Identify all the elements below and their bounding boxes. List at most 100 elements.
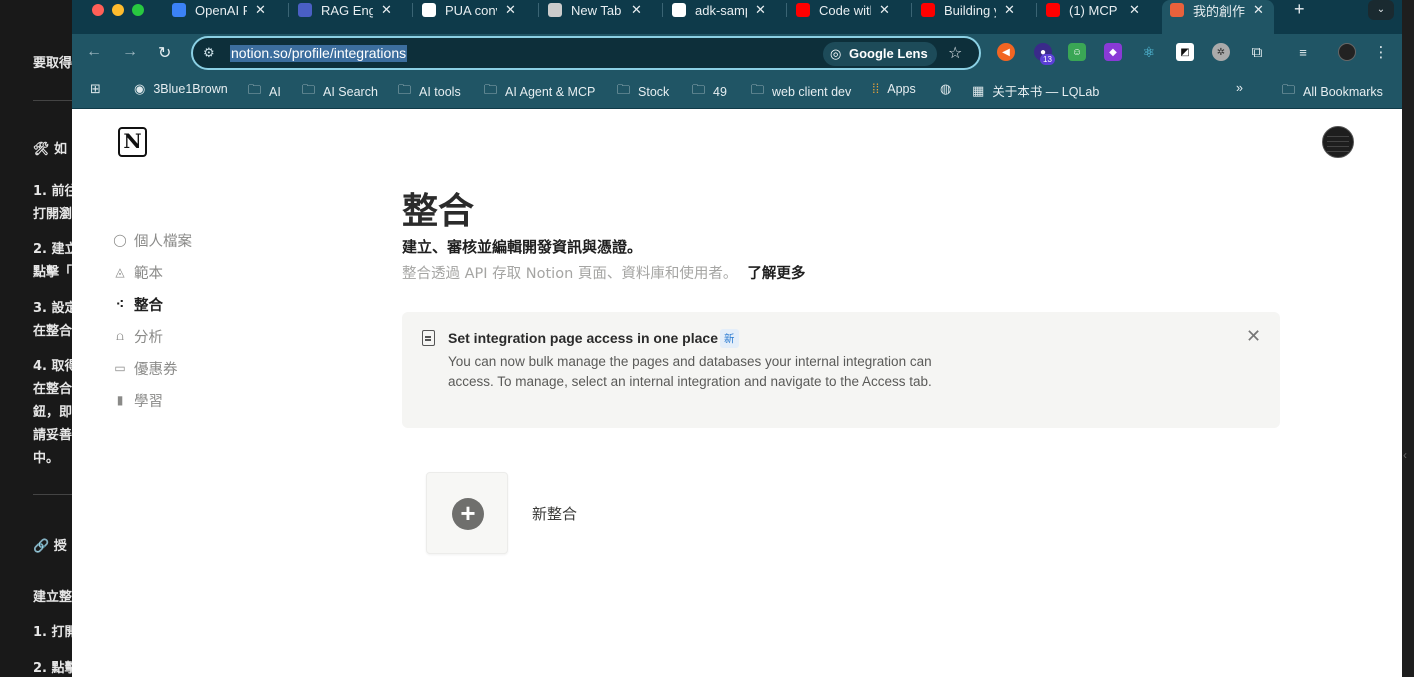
site-info-icon[interactable]: ⚙ <box>203 45 215 61</box>
browser-tab[interactable]: RAG Engi ✕ <box>298 0 392 20</box>
new-tab-button[interactable]: + <box>1294 0 1305 20</box>
bookmark-label: web client dev <box>772 85 852 99</box>
address-bar[interactable]: ⚙ notion.so/profile/integrations ◎ Google… <box>191 36 981 70</box>
back-button[interactable]: ← <box>86 43 102 61</box>
tab-label: 我的創作 <box>1193 3 1245 19</box>
tab-close-icon[interactable]: ✕ <box>755 2 766 18</box>
bookmark-item[interactable]: ▦ 关于本书 — LQLab <box>972 81 1099 100</box>
info-banner: Set integration page access in one place… <box>402 312 1280 428</box>
user-avatar[interactable] <box>1322 126 1354 158</box>
minimize-window-button[interactable] <box>112 4 124 16</box>
bookmark-item[interactable]: 🗀 AI <box>248 81 281 103</box>
tab-close-icon[interactable]: ✕ <box>879 2 890 18</box>
bookmark-item[interactable]: ◉ 3Blue1Brown <box>134 81 228 97</box>
extension-shield-icon[interactable]: ◆ <box>1104 43 1122 61</box>
close-icon[interactable]: ✕ <box>1246 326 1261 347</box>
learn-icon: ▮ <box>116 393 124 407</box>
plus-icon: + <box>452 498 484 530</box>
apps-grid-icon: ⁞⁞ <box>872 81 880 96</box>
sidebar-item-profile[interactable]: ◯ 個人檔案 <box>112 224 312 256</box>
extension-badge: 13 <box>1040 54 1055 65</box>
bookmarks-overflow-button[interactable]: » <box>1236 81 1243 95</box>
forward-button[interactable]: → <box>122 43 138 61</box>
tab-separator <box>538 3 539 17</box>
new-integration-label[interactable]: 新整合 <box>532 503 577 524</box>
banner-title: Set integration page access in one place <box>448 330 718 346</box>
sidebar-item-analytics[interactable]: ⩍ 分析 <box>112 320 312 352</box>
bookmark-item[interactable]: 🗀 Stock <box>617 81 669 103</box>
close-window-button[interactable] <box>92 4 104 16</box>
tab-close-icon[interactable]: ✕ <box>1129 2 1140 18</box>
bookmark-label: Stock <box>638 85 670 99</box>
url-text[interactable]: notion.so/profile/integrations <box>230 45 408 62</box>
profile-avatar-icon[interactable] <box>1338 43 1356 61</box>
all-bookmarks-button[interactable]: 🗀 All Bookmarks <box>1282 81 1383 103</box>
browser-tab[interactable]: OpenAI P ✕ <box>172 0 266 20</box>
tab-close-icon[interactable]: ✕ <box>381 2 392 18</box>
bookmark-item[interactable]: 🗀 AI Search <box>302 81 378 103</box>
folder-icon: 🗀 <box>484 82 498 97</box>
browser-tab[interactable]: PUA conv ✕ <box>422 0 516 20</box>
background-text-line: 1. 打開 <box>33 625 72 640</box>
sidebar-item-learn[interactable]: ▮ 學習 <box>112 384 312 416</box>
lens-icon: ◎ <box>830 46 842 61</box>
learn-more-link[interactable]: 了解更多 <box>747 266 805 282</box>
browser-window: OpenAI P✕RAG Engi✕PUA conv✕New Tab✕adk-s… <box>72 0 1402 677</box>
react-devtools-icon[interactable]: ⚛ <box>1140 43 1158 61</box>
browser-tab[interactable]: (1) MCP ✕ <box>1046 0 1140 20</box>
background-text-line: 打開瀏 <box>33 207 72 222</box>
reading-list-icon[interactable]: ≡ <box>1294 43 1312 61</box>
apps-launcher-icon[interactable]: ⊞ <box>90 81 109 97</box>
browser-tab[interactable]: New Tab ✕ <box>548 0 642 20</box>
extension-robot-icon[interactable]: ☺ <box>1068 43 1086 61</box>
templates-icon: ◬ <box>115 265 125 279</box>
bookmarks-bar: ⊞ ◉ 3Blue1Brown 🗀 AI 🗀 AI Search 🗀 AI tools 🗀 AI … <box>72 72 1402 109</box>
tab-active[interactable]: 我的創作 ✕ <box>1170 0 1264 20</box>
bookmark-item[interactable]: ◍ <box>940 81 959 97</box>
bookmark-label: AI tools <box>419 85 461 99</box>
sidebar-item-integrations[interactable]: ⁖ 整合 <box>112 288 312 320</box>
all-bookmarks-label: All Bookmarks <box>1303 85 1383 99</box>
bookmark-item[interactable]: 🗀 AI Agent & MCP <box>484 81 595 103</box>
description-text: 整合透過 API 存取 Notion 頁面、資料庫和使用者。 <box>402 266 738 282</box>
page-subtitle: 建立、審核並編輯開發資訊與憑證。 <box>402 238 643 256</box>
sidebar-item-templates[interactable]: ◬ 範本 <box>112 256 312 288</box>
chevron-left-icon: ‹ <box>1403 448 1407 462</box>
bookmark-item[interactable]: 🗀 AI tools <box>398 81 461 103</box>
new-integration-button[interactable]: + <box>426 472 508 554</box>
browser-menu-icon[interactable]: ⋮ <box>1372 43 1390 61</box>
background-window-edge: ‹ <box>1402 0 1414 677</box>
bookmark-item[interactable]: 🗀 web client dev <box>751 81 851 103</box>
banner-body: You can now bulk manage the pages and da… <box>448 354 932 389</box>
extension-orange-icon[interactable]: ◀ <box>997 43 1015 61</box>
extensions-puzzle-icon[interactable]: ⧉ <box>1248 43 1266 61</box>
extension-square-icon[interactable]: ◩ <box>1176 43 1194 61</box>
tab-label: Building y <box>944 2 996 18</box>
extension-gray-icon[interactable]: ✲ <box>1212 43 1230 61</box>
google-lens-button[interactable]: ◎ Google Lens <box>823 42 937 66</box>
bookmark-label: 关于本书 — LQLab <box>992 85 1100 99</box>
tab-close-icon[interactable]: ✕ <box>1004 2 1015 18</box>
tab-search-button[interactable]: ⌄ <box>1368 0 1394 20</box>
folder-icon: 🗀 <box>692 82 706 97</box>
sidebar-item-coupon[interactable]: ▭ 優惠券 <box>112 352 312 384</box>
tab-label: New Tab <box>571 2 622 18</box>
tab-label: PUA conv <box>445 2 497 18</box>
bookmark-item[interactable]: 🗀 49 <box>692 81 727 103</box>
bookmark-item[interactable]: ⁞⁞ Apps <box>872 81 916 96</box>
tab-close-icon[interactable]: ✕ <box>631 2 642 18</box>
browser-tab[interactable]: adk-samp ✕ <box>672 0 766 20</box>
bookmark-star-icon[interactable]: ☆ <box>948 43 962 63</box>
maximize-window-button[interactable] <box>132 4 144 16</box>
browser-tab[interactable]: Code with ✕ <box>796 0 890 20</box>
reload-button[interactable]: ↻ <box>158 43 171 63</box>
bookmark-label: 49 <box>713 85 727 99</box>
sidebar-item-label: 個人檔案 <box>134 233 192 250</box>
tab-close-icon[interactable]: ✕ <box>505 2 516 18</box>
rag-icon <box>298 3 312 17</box>
tab-close-icon[interactable]: ✕ <box>1253 2 1264 18</box>
background-text-line: 鈕，即 <box>33 405 72 420</box>
notion-logo[interactable]: N <box>118 127 147 157</box>
tab-close-icon[interactable]: ✕ <box>255 2 266 18</box>
browser-tab[interactable]: Building y ✕ <box>921 0 1015 20</box>
